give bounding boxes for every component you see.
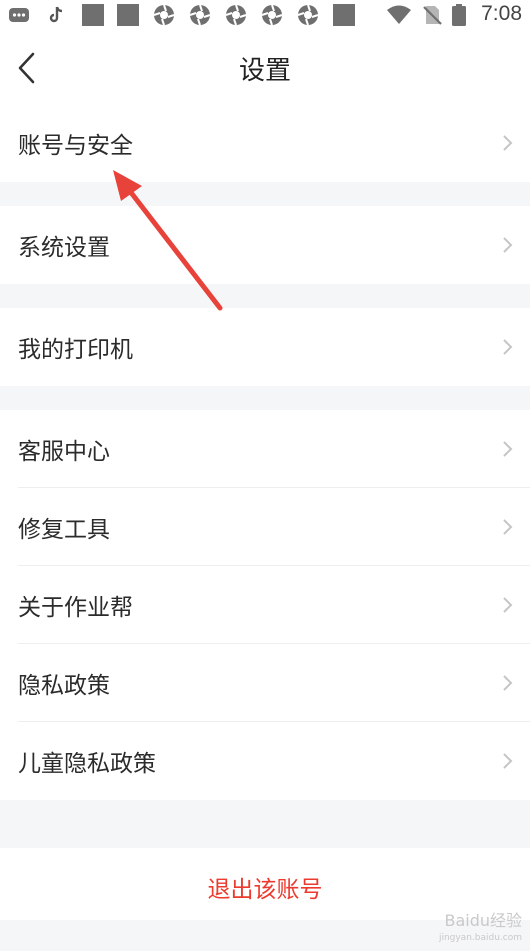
watermark-subtext: jingyan.baidu.com xyxy=(438,933,522,943)
watermark-text: Baidu经验 xyxy=(444,911,522,930)
watermark-logo: Baidu经验 jingyan.baidu.com xyxy=(438,911,522,945)
annotation-arrow xyxy=(113,170,223,311)
